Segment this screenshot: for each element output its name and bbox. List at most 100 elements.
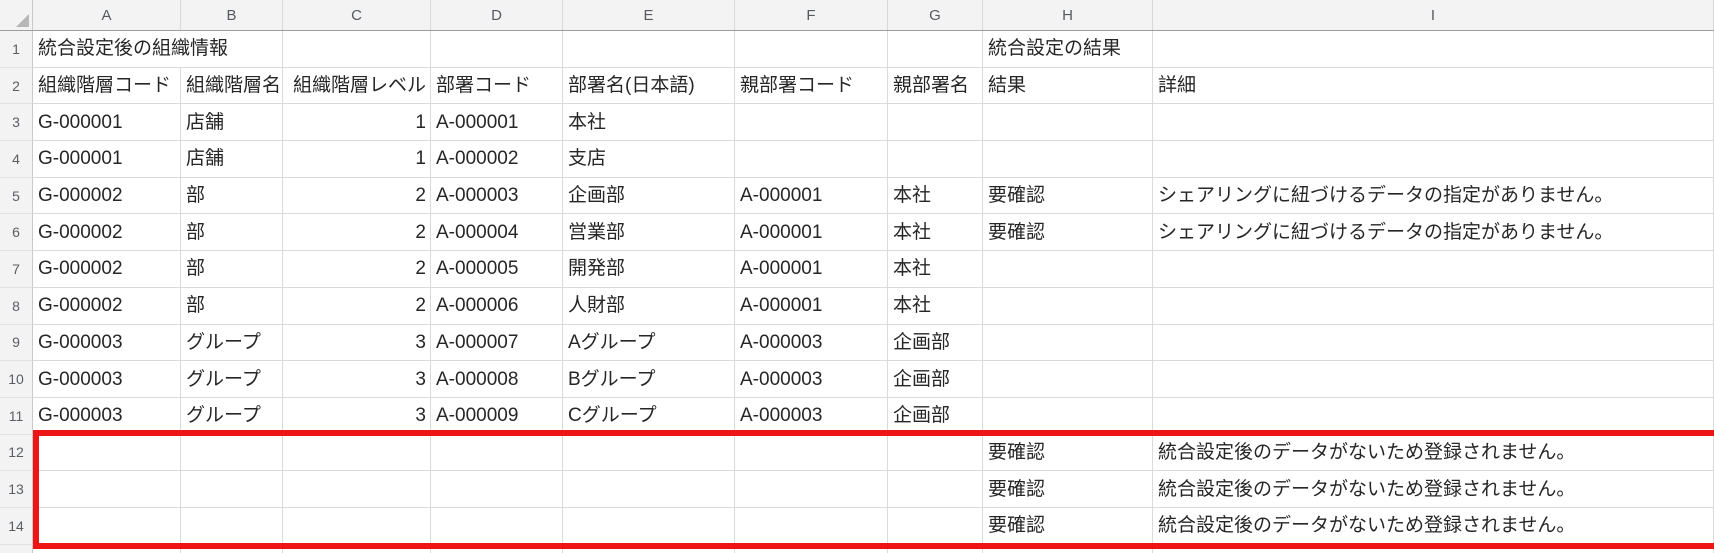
cell-I5[interactable]: シェアリングに紐づけるデータの指定がありません。 xyxy=(1153,177,1714,215)
cell-B4[interactable]: 店舗 xyxy=(181,141,283,178)
cell-C6[interactable]: 2 xyxy=(283,214,431,252)
cell-C13[interactable] xyxy=(283,471,431,508)
cell-H8[interactable] xyxy=(983,287,1153,325)
cell-G10[interactable]: 企画部 xyxy=(888,361,983,398)
cell-D13[interactable] xyxy=(431,471,563,508)
cell-F10[interactable]: A-000003 xyxy=(735,361,888,398)
cell-I2[interactable]: 詳細 xyxy=(1153,67,1714,105)
cell-I14[interactable]: 統合設定後のデータがないため登録されません。 xyxy=(1153,507,1714,545)
cell-C15[interactable] xyxy=(283,544,431,553)
cell-A6[interactable]: G-000002 xyxy=(33,214,181,252)
row-header-6[interactable]: 6 xyxy=(0,214,33,252)
cell-D11[interactable]: A-000009 xyxy=(431,397,563,435)
cell-G14[interactable] xyxy=(888,507,983,545)
cell-D15[interactable] xyxy=(431,544,563,553)
row-header-9[interactable]: 9 xyxy=(0,324,33,362)
cell-E4[interactable]: 支店 xyxy=(563,141,735,178)
cell-A10[interactable]: G-000003 xyxy=(33,361,181,398)
cell-H13[interactable]: 要確認 xyxy=(983,471,1153,508)
cell-G2[interactable]: 親部署名 xyxy=(888,67,983,105)
cell-F12[interactable] xyxy=(735,434,888,472)
cell-I10[interactable] xyxy=(1153,361,1714,398)
cell-B9[interactable]: グループ xyxy=(181,324,283,362)
cell-F1[interactable] xyxy=(735,31,888,68)
cell-E11[interactable]: Cグループ xyxy=(563,397,735,435)
cell-F6[interactable]: A-000001 xyxy=(735,214,888,252)
cell-G4[interactable] xyxy=(888,141,983,178)
cell-I15[interactable] xyxy=(1153,544,1714,553)
cell-C12[interactable] xyxy=(283,434,431,472)
cell-E7[interactable]: 開発部 xyxy=(563,251,735,288)
cell-B11[interactable]: グループ xyxy=(181,397,283,435)
cell-A5[interactable]: G-000002 xyxy=(33,177,181,215)
cell-A2[interactable]: 組織階層コード xyxy=(33,67,181,105)
cell-D7[interactable]: A-000005 xyxy=(431,251,563,288)
column-header-H[interactable]: H xyxy=(983,0,1153,30)
row-header-10[interactable]: 10 xyxy=(0,361,33,398)
cell-H11[interactable] xyxy=(983,397,1153,435)
cell-F4[interactable] xyxy=(735,141,888,178)
cell-G11[interactable]: 企画部 xyxy=(888,397,983,435)
cell-F8[interactable]: A-000001 xyxy=(735,287,888,325)
cell-I3[interactable] xyxy=(1153,104,1714,142)
cell-C4[interactable]: 1 xyxy=(283,141,431,178)
row-header-1[interactable]: 1 xyxy=(0,31,33,68)
cell-H5[interactable]: 要確認 xyxy=(983,177,1153,215)
cell-G8[interactable]: 本社 xyxy=(888,287,983,325)
cell-H3[interactable] xyxy=(983,104,1153,142)
cell-D3[interactable]: A-000001 xyxy=(431,104,563,142)
row-header-partial[interactable] xyxy=(0,544,33,553)
cell-B13[interactable] xyxy=(181,471,283,508)
cell-I9[interactable] xyxy=(1153,324,1714,362)
row-header-2[interactable]: 2 xyxy=(0,67,33,105)
cell-A8[interactable]: G-000002 xyxy=(33,287,181,325)
cell-D12[interactable] xyxy=(431,434,563,472)
cell-A4[interactable]: G-000001 xyxy=(33,141,181,178)
column-header-I[interactable]: I xyxy=(1153,0,1714,30)
cell-G5[interactable]: 本社 xyxy=(888,177,983,215)
cell-H7[interactable] xyxy=(983,251,1153,288)
cell-A12[interactable] xyxy=(33,434,181,472)
cell-I4[interactable] xyxy=(1153,141,1714,178)
cell-B15[interactable] xyxy=(181,544,283,553)
cell-I7[interactable] xyxy=(1153,251,1714,288)
cell-E12[interactable] xyxy=(563,434,735,472)
cell-G12[interactable] xyxy=(888,434,983,472)
cell-C3[interactable]: 1 xyxy=(283,104,431,142)
cell-F11[interactable]: A-000003 xyxy=(735,397,888,435)
cell-A11[interactable]: G-000003 xyxy=(33,397,181,435)
row-header-8[interactable]: 8 xyxy=(0,287,33,325)
cell-A3[interactable]: G-000001 xyxy=(33,104,181,142)
cell-C10[interactable]: 3 xyxy=(283,361,431,398)
cell-E9[interactable]: Aグループ xyxy=(563,324,735,362)
column-header-B[interactable]: B xyxy=(181,0,283,30)
cell-G7[interactable]: 本社 xyxy=(888,251,983,288)
cell-A14[interactable] xyxy=(33,507,181,545)
cell-A7[interactable]: G-000002 xyxy=(33,251,181,288)
cell-F9[interactable]: A-000003 xyxy=(735,324,888,362)
row-header-3[interactable]: 3 xyxy=(0,104,33,142)
cell-H12[interactable]: 要確認 xyxy=(983,434,1153,472)
cell-F15[interactable] xyxy=(735,544,888,553)
cell-I12[interactable]: 統合設定後のデータがないため登録されません。 xyxy=(1153,434,1714,472)
cell-C7[interactable]: 2 xyxy=(283,251,431,288)
cell-D4[interactable]: A-000002 xyxy=(431,141,563,178)
select-all-corner[interactable] xyxy=(0,0,33,30)
cell-F14[interactable] xyxy=(735,507,888,545)
row-header-7[interactable]: 7 xyxy=(0,251,33,288)
cell-F5[interactable]: A-000001 xyxy=(735,177,888,215)
column-header-C[interactable]: C xyxy=(283,0,431,30)
cell-D5[interactable]: A-000003 xyxy=(431,177,563,215)
row-header-5[interactable]: 5 xyxy=(0,177,33,215)
cell-C11[interactable]: 3 xyxy=(283,397,431,435)
row-header-13[interactable]: 13 xyxy=(0,471,33,508)
cell-H10[interactable] xyxy=(983,361,1153,398)
cell-E10[interactable]: Bグループ xyxy=(563,361,735,398)
cell-H1[interactable]: 統合設定の結果 xyxy=(983,31,1153,68)
cell-H4[interactable] xyxy=(983,141,1153,178)
cell-A1[interactable]: 統合設定後の組織情報 xyxy=(33,31,228,68)
cell-C8[interactable]: 2 xyxy=(283,287,431,325)
cell-H6[interactable]: 要確認 xyxy=(983,214,1153,252)
cell-D9[interactable]: A-000007 xyxy=(431,324,563,362)
cell-E14[interactable] xyxy=(563,507,735,545)
